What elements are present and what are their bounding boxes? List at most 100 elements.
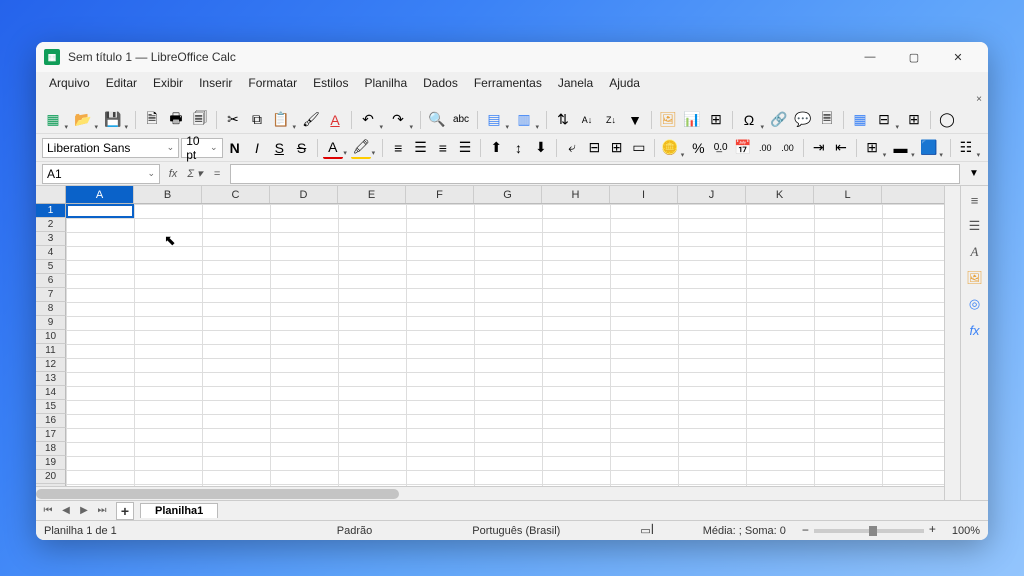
header-footer-icon[interactable]: 🗏 [816, 109, 838, 131]
row-header[interactable]: 9 [36, 316, 66, 330]
next-sheet-icon[interactable]: ▶ [76, 503, 92, 519]
borders-icon[interactable]: ⊞ [862, 137, 882, 159]
define-area-icon[interactable]: ▦ [849, 109, 871, 131]
row-header[interactable]: 8 [36, 302, 66, 316]
row-header[interactable]: 11 [36, 344, 66, 358]
column-header[interactable]: E [338, 186, 406, 203]
menu-inserir[interactable]: Inserir [192, 74, 239, 92]
menu-ferramentas[interactable]: Ferramentas [467, 74, 549, 92]
print-preview-icon[interactable]: 🗐 [189, 109, 211, 131]
close-button[interactable]: ✕ [936, 43, 980, 71]
open-icon[interactable]: 📂 [72, 109, 94, 131]
menu-janela[interactable]: Janela [551, 74, 600, 92]
row-header[interactable]: 16 [36, 414, 66, 428]
cells-area[interactable] [66, 204, 944, 486]
row-header[interactable]: 5 [36, 260, 66, 274]
align-middle-icon[interactable]: ↕ [508, 137, 528, 159]
align-center-icon[interactable]: ☰ [410, 137, 430, 159]
menu-planilha[interactable]: Planilha [357, 74, 414, 92]
font-size-input[interactable]: 10 pt⌄ [181, 138, 222, 158]
sum-icon[interactable]: Σ ▾ [186, 165, 204, 183]
functions-icon[interactable]: fx [965, 320, 985, 340]
cut-icon[interactable]: ✂ [222, 109, 244, 131]
currency-icon[interactable]: 🪙 [660, 137, 680, 159]
formula-equals-icon[interactable]: = [208, 165, 226, 183]
row-header[interactable]: 15 [36, 400, 66, 414]
find-icon[interactable]: 🔍 [426, 109, 448, 131]
column-header[interactable]: K [746, 186, 814, 203]
decrease-indent-icon[interactable]: ⇤ [831, 137, 851, 159]
clear-formatting-icon[interactable]: A [324, 109, 346, 131]
comment-icon[interactable]: 💬 [792, 109, 814, 131]
draw-functions-icon[interactable]: ◯ [936, 109, 958, 131]
sidebar-menu-icon[interactable]: ≡ [965, 190, 985, 210]
row-header[interactable]: 18 [36, 442, 66, 456]
zoom-level[interactable]: 100% [952, 525, 980, 537]
align-right-icon[interactable]: ≡ [433, 137, 453, 159]
freeze-icon[interactable]: ⊟ [873, 109, 895, 131]
bold-icon[interactable]: N [225, 137, 245, 159]
row-header[interactable]: 2 [36, 218, 66, 232]
autofilter-icon[interactable]: ▼ [624, 109, 646, 131]
sort-asc-icon[interactable]: A↓ [576, 109, 598, 131]
menu-ajuda[interactable]: Ajuda [602, 74, 647, 92]
clone-formatting-icon[interactable]: 🖌 [300, 109, 322, 131]
column-header[interactable]: G [474, 186, 542, 203]
unmerge-cells-icon[interactable]: ⊞ [606, 137, 626, 159]
font-name-input[interactable]: Liberation Sans⌄ [42, 138, 179, 158]
align-left-icon[interactable]: ≡ [388, 137, 408, 159]
border-color-icon[interactable]: 🟦 [919, 137, 939, 159]
formula-input[interactable] [230, 164, 960, 184]
row-header[interactable]: 3 [36, 232, 66, 246]
sort-icon[interactable]: ⇅ [552, 109, 574, 131]
undo-icon[interactable]: ↶ [357, 109, 379, 131]
date-format-icon[interactable]: 📅 [733, 137, 753, 159]
maximize-button[interactable]: ▢ [892, 43, 936, 71]
conditional-format-icon[interactable]: ☷ [956, 137, 976, 159]
new-icon[interactable]: ▦ [42, 109, 64, 131]
hyperlink-icon[interactable]: 🔗 [768, 109, 790, 131]
menu-formatar[interactable]: Formatar [241, 74, 304, 92]
spellcheck-icon[interactable]: abc [450, 109, 472, 131]
number-format-icon[interactable]: 0̲.0 [711, 137, 731, 159]
merge-cells-icon[interactable]: ⊟ [584, 137, 604, 159]
select-all-corner[interactable] [36, 186, 66, 203]
gallery-icon[interactable]: 🖼 [965, 268, 985, 288]
copy-icon[interactable]: ⧉ [246, 109, 268, 131]
print-icon[interactable]: 🖶 [165, 109, 187, 131]
sheet-tab-1[interactable]: Planilha1 [140, 503, 218, 518]
sort-desc-icon[interactable]: Z↓ [600, 109, 622, 131]
menu-editar[interactable]: Editar [99, 74, 144, 92]
column-header[interactable]: I [610, 186, 678, 203]
column-header[interactable]: H [542, 186, 610, 203]
cell-style-indicator[interactable]: Padrão [337, 525, 372, 537]
row-header[interactable]: 1 [36, 204, 66, 218]
row-header[interactable]: 12 [36, 358, 66, 372]
wrap-text-icon[interactable]: ⤶ [562, 137, 582, 159]
insert-chart-icon[interactable]: 📊 [681, 109, 703, 131]
column-header[interactable]: B [134, 186, 202, 203]
align-bottom-icon[interactable]: ⬇ [531, 137, 551, 159]
paste-icon[interactable]: 📋 [270, 109, 292, 131]
zoom-slider[interactable] [814, 529, 924, 533]
column-header[interactable]: J [678, 186, 746, 203]
selection-summary[interactable]: Média: ; Soma: 0 [703, 525, 786, 537]
minimize-button[interactable]: — [848, 43, 892, 71]
redo-icon[interactable]: ↷ [387, 109, 409, 131]
add-decimal-icon[interactable]: .00 [755, 137, 775, 159]
row-header[interactable]: 13 [36, 372, 66, 386]
percent-icon[interactable]: % [688, 137, 708, 159]
row-header[interactable]: 4 [36, 246, 66, 260]
formula-expand-icon[interactable]: ▼ [966, 164, 982, 184]
row-header[interactable]: 17 [36, 428, 66, 442]
first-sheet-icon[interactable]: ⏮ [40, 503, 56, 519]
row-header[interactable]: 7 [36, 288, 66, 302]
menu-arquivo[interactable]: Arquivo [42, 74, 97, 92]
remove-decimal-icon[interactable]: .00 [777, 137, 797, 159]
cell-reference-input[interactable]: A1⌄ [42, 164, 160, 184]
strikethrough-icon[interactable]: S [291, 137, 311, 159]
row-header[interactable]: 14 [36, 386, 66, 400]
menu-estilos[interactable]: Estilos [306, 74, 355, 92]
prev-sheet-icon[interactable]: ◀ [58, 503, 74, 519]
export-pdf-icon[interactable]: 🗎 [141, 109, 163, 131]
